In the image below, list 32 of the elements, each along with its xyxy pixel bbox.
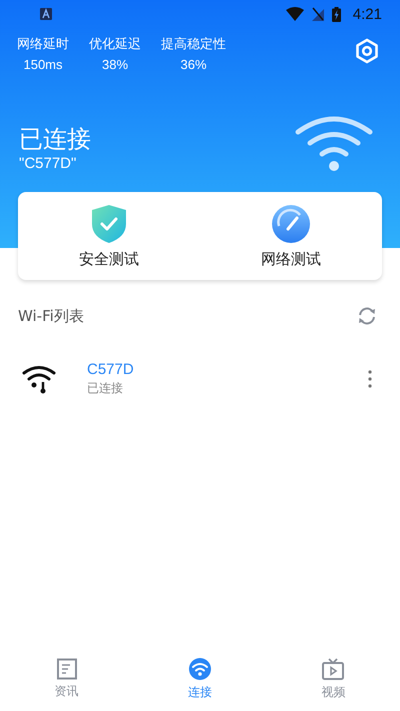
test-button[interactable]: 网络测试: [200, 192, 382, 280]
refresh-icon[interactable]: [356, 306, 378, 326]
connection-status: 已连接: [19, 124, 92, 154]
section-title: Wi-Fi列表: [18, 306, 84, 326]
wifi-icon: [294, 114, 374, 174]
tv-icon: [321, 657, 346, 681]
wifi-icon: [188, 657, 212, 681]
stat-value: 150ms: [23, 56, 63, 74]
document-icon: [56, 658, 78, 680]
wifi-list-item[interactable]: C577D 已连接: [0, 326, 400, 397]
shield-check-icon: [91, 204, 127, 244]
no-sim-icon: [312, 7, 324, 21]
notification-icon: [40, 8, 52, 20]
gauge-icon: [271, 204, 311, 244]
stat-label: 优化延迟: [89, 36, 141, 54]
stat-value: 36%: [180, 56, 207, 74]
nav-tab[interactable]: 资讯: [0, 651, 134, 707]
stat-value: 38%: [102, 56, 128, 74]
battery-charging-icon: [332, 6, 341, 22]
network-name: C577D: [87, 361, 134, 378]
more-icon[interactable]: [368, 370, 372, 388]
network-name: "C577D": [19, 154, 78, 174]
settings-icon[interactable]: [354, 38, 380, 64]
wifi-signal-icon: [286, 7, 304, 21]
nav-tab[interactable]: 连接: [133, 651, 267, 707]
clock: 4:21: [352, 6, 382, 22]
test-button[interactable]: 安全测试: [18, 192, 200, 280]
wifi-lock-icon: [22, 364, 56, 394]
nav-tab[interactable]: 视频: [266, 651, 400, 707]
stat-label: 网络延时: [17, 36, 69, 54]
network-status: 已连接: [87, 380, 124, 397]
stat-label: 提高稳定性: [161, 36, 226, 54]
